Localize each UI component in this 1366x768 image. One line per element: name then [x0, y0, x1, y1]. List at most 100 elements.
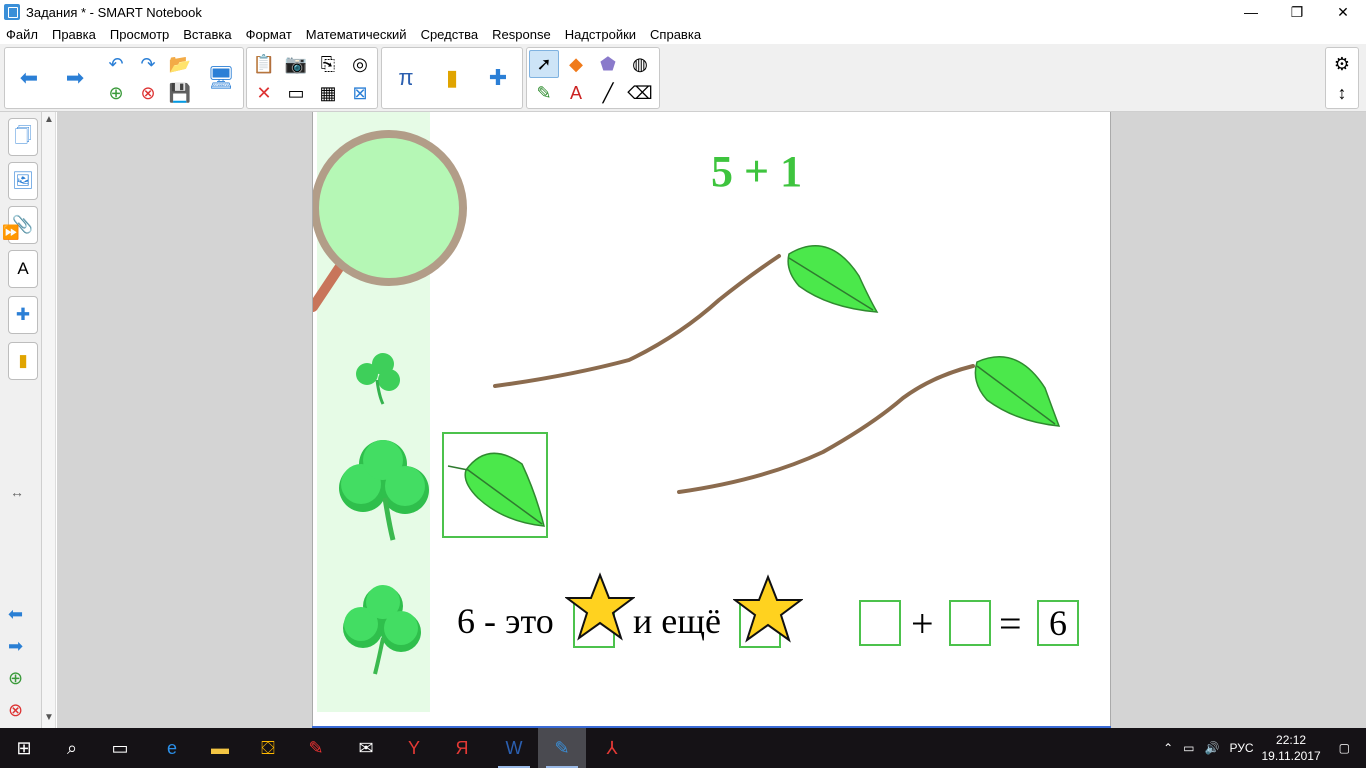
- table-icon[interactable]: ▦: [313, 79, 343, 107]
- text-icon[interactable]: A: [561, 79, 591, 107]
- menu-help[interactable]: Справка: [650, 27, 701, 42]
- save-icon[interactable]: 💾: [165, 79, 195, 107]
- system-tray: ⌃ ▭ 🔊 РУС 22:12 19.11.2017 ▢: [1163, 728, 1366, 768]
- previous-page-icon[interactable]: ⬅: [7, 49, 51, 107]
- recorder-icon[interactable]: ◎: [345, 50, 375, 78]
- smart-ink-icon[interactable]: ✎: [292, 728, 340, 768]
- screen-shade-icon[interactable]: ▭: [281, 79, 311, 107]
- notebook-page[interactable]: 5 + 1 6 - это и ещё + = 6: [312, 112, 1111, 728]
- acrobat-icon[interactable]: ⅄: [588, 728, 636, 768]
- menu-addons[interactable]: Надстройки: [565, 27, 636, 42]
- task-view-icon[interactable]: ▭: [96, 728, 144, 768]
- open-file-icon[interactable]: 📂: [165, 50, 195, 78]
- clock-time: 22:12: [1276, 733, 1307, 747]
- math-tools-icon[interactable]: π: [384, 49, 428, 107]
- paste-icon[interactable]: 📋: [249, 50, 279, 78]
- magic-pen-icon[interactable]: ⬟: [593, 50, 623, 78]
- menu-edit[interactable]: Правка: [52, 27, 96, 42]
- delete-page-icon[interactable]: ⊗: [133, 79, 163, 107]
- equation-box-1[interactable]: [859, 600, 901, 646]
- menu-view[interactable]: Просмотр: [110, 27, 169, 42]
- start-button-windows-icon[interactable]: ⊞: [0, 728, 48, 768]
- star-2[interactable]: [733, 574, 803, 644]
- resize-panel-icon[interactable]: ↔: [10, 484, 24, 500]
- sentence-part-2[interactable]: и ещё: [633, 600, 721, 642]
- redo-icon[interactable]: ↷: [133, 50, 163, 78]
- sentence-part-1[interactable]: 6 - это: [457, 600, 554, 642]
- eraser-icon[interactable]: ⌫: [625, 79, 655, 107]
- next-page-icon[interactable]: ➡: [53, 49, 97, 107]
- addons-side-icon[interactable]: ✚: [8, 296, 38, 334]
- maximize-button[interactable]: ❐: [1274, 0, 1320, 24]
- settings-gear-icon[interactable]: ⚙: [1327, 50, 1357, 78]
- volume-icon[interactable]: 🔊: [1205, 741, 1220, 755]
- shapes-icon[interactable]: ◆: [561, 50, 591, 78]
- document-camera-icon[interactable]: ⎘: [313, 50, 343, 78]
- select-arrow-icon[interactable]: ➚: [529, 50, 559, 78]
- equation-box-2[interactable]: [949, 600, 991, 646]
- menu-math[interactable]: Математический: [306, 27, 407, 42]
- add-page-side-icon[interactable]: ⊕: [8, 668, 23, 689]
- leaf-answer-box[interactable]: [442, 432, 548, 538]
- pens-icon[interactable]: ✎: [529, 79, 559, 107]
- search-icon[interactable]: ⌕: [48, 728, 96, 768]
- fill-icon[interactable]: ◍: [625, 50, 655, 78]
- equals-sign: =: [999, 601, 1022, 646]
- page-sorter-icon[interactable]: 🗍: [8, 118, 38, 156]
- plus-sign: +: [911, 601, 934, 646]
- move-toolbar-icon[interactable]: ↕: [1327, 79, 1357, 107]
- mail-icon[interactable]: ✉: [342, 728, 390, 768]
- title-bar: Задания * - SMART Notebook — ❐ ✕: [0, 0, 1366, 24]
- minimize-button[interactable]: —: [1228, 0, 1274, 24]
- add-page-icon[interactable]: ⊕: [101, 79, 131, 107]
- clover-medium[interactable]: [339, 582, 425, 678]
- smart-notebook-taskbar-icon[interactable]: ✎: [538, 728, 586, 768]
- clover-small[interactable]: [349, 348, 405, 408]
- store-icon[interactable]: ⛋: [244, 728, 292, 768]
- collapse-panel-icon[interactable]: ⏩: [2, 224, 19, 241]
- clover-large[interactable]: [333, 436, 433, 546]
- magnifier-image[interactable]: [312, 112, 473, 322]
- screen-capture-icon[interactable]: 📷: [281, 50, 311, 78]
- display-screen-icon[interactable]: 🖥: [199, 49, 243, 107]
- menu-response[interactable]: Response: [492, 27, 551, 42]
- smart-notebook-app-icon: [4, 4, 20, 20]
- yandex-browser-icon[interactable]: Y: [390, 728, 438, 768]
- response-side-icon[interactable]: ▮: [8, 342, 38, 380]
- tray-expand-icon[interactable]: ⌃: [1163, 741, 1173, 755]
- menu-file[interactable]: Файл: [6, 27, 38, 42]
- star-1[interactable]: [565, 572, 635, 642]
- response-icon[interactable]: ▮: [430, 49, 474, 107]
- network-icon[interactable]: ▭: [1183, 741, 1194, 755]
- menu-insert[interactable]: Вставка: [183, 27, 231, 42]
- undo-icon[interactable]: ↶: [101, 50, 131, 78]
- line-icon[interactable]: ╱: [593, 79, 623, 107]
- scroll-down-icon[interactable]: ▼: [44, 712, 54, 723]
- properties-icon[interactable]: A: [8, 250, 38, 288]
- scroll-up-icon[interactable]: ▲: [44, 114, 54, 125]
- addons-puzzle-icon[interactable]: ✚: [476, 49, 520, 107]
- side-scrollbar[interactable]: ▲ ▼: [42, 112, 56, 728]
- file-explorer-icon[interactable]: ▬: [196, 728, 244, 768]
- prev-page-side-icon[interactable]: ⬅: [8, 604, 23, 625]
- close-button[interactable]: ✕: [1320, 0, 1366, 24]
- menu-format[interactable]: Формат: [246, 27, 292, 42]
- edge-browser-icon[interactable]: e: [148, 728, 196, 768]
- leaf-image: [447, 452, 545, 527]
- fullscreen-icon[interactable]: ⊠: [345, 79, 375, 107]
- gallery-icon[interactable]: 🖼: [8, 162, 38, 200]
- next-page-side-icon[interactable]: ➡: [8, 636, 23, 657]
- clock[interactable]: 22:12 19.11.2017: [1261, 732, 1320, 764]
- delete-page-side-icon[interactable]: ⊗: [8, 700, 23, 721]
- menu-tools[interactable]: Средства: [421, 27, 479, 42]
- toolbar-group-edit: 📋 📷 ⎘ ◎ ✕ ▭ ▦ ⊠: [246, 47, 378, 109]
- branch-with-leaf-2[interactable]: [673, 348, 1073, 498]
- yandex-icon[interactable]: Я: [438, 728, 486, 768]
- notifications-icon[interactable]: ▢: [1339, 741, 1350, 755]
- equation-answer-box[interactable]: 6: [1037, 600, 1079, 646]
- language-indicator[interactable]: РУС: [1229, 741, 1253, 755]
- equation-title[interactable]: 5 + 1: [711, 146, 802, 197]
- word-icon[interactable]: W: [490, 728, 538, 768]
- delete-icon[interactable]: ✕: [249, 79, 279, 107]
- clock-date: 19.11.2017: [1261, 749, 1321, 763]
